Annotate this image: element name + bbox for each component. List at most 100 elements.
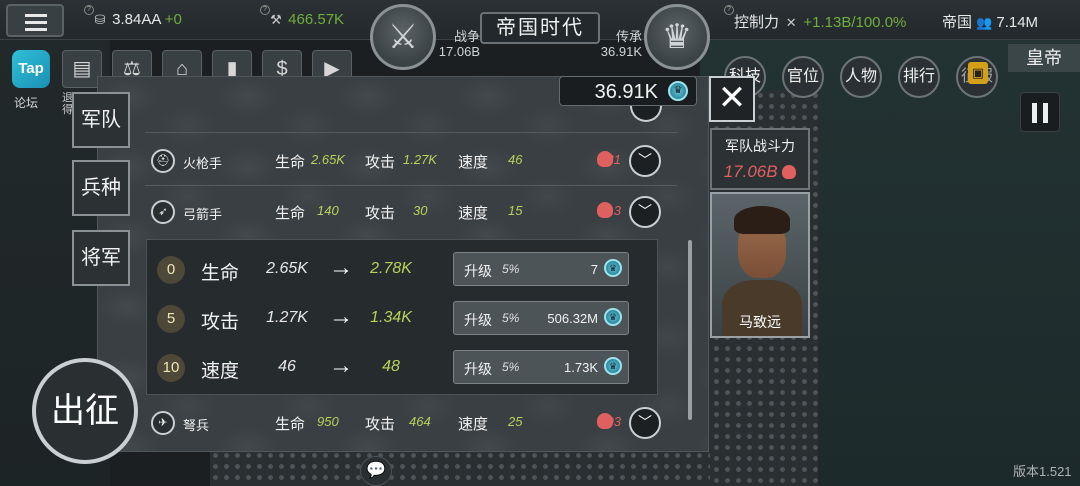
menu-button[interactable] <box>6 4 64 37</box>
speed-label: 速度 <box>458 416 489 433</box>
upgrade-label: 升级 <box>464 312 492 328</box>
crossed-swords-icon: ✕ <box>785 15 797 30</box>
people-icon: 👥 <box>976 15 993 30</box>
forum-label: 论坛 <box>14 96 39 110</box>
general-portrait[interactable]: 马致远 <box>710 192 810 338</box>
chat-icon[interactable]: 💬 <box>360 456 392 486</box>
pause-button[interactable] <box>1020 92 1060 132</box>
empire-resource: 帝国 👥 7.14M <box>942 11 1038 32</box>
tab-unit-types[interactable]: 兵种 <box>72 160 130 216</box>
version-label: 版本1.521 <box>1013 464 1072 479</box>
skull-icon <box>597 151 613 167</box>
upgrade-percent: 5% <box>502 311 520 325</box>
skull-icon <box>597 413 613 429</box>
tab-generals[interactable]: 将军 <box>72 230 130 286</box>
save-icon[interactable]: ▤ <box>62 50 102 88</box>
upgrade-button[interactable]: 升级 5% 506.32M ♛ <box>453 301 629 335</box>
stat-current: 46 <box>278 358 296 375</box>
upgrade-cost: 506.32M <box>547 311 598 326</box>
axe-icon: ⚒ <box>270 12 282 27</box>
upgrade-button[interactable]: 升级 5% 1.73K ♛ <box>453 350 629 384</box>
attack-value: 1.27K <box>403 152 437 167</box>
help-icon[interactable]: ? <box>724 5 734 15</box>
wood-value: 466.57K <box>288 11 345 28</box>
upgrade-cost: 1.73K <box>564 360 598 375</box>
army-power-label: 军队战斗力 <box>725 138 795 154</box>
crown-coin-icon: ♛ <box>604 308 622 326</box>
chevron-down-icon[interactable]: ﹀ <box>629 196 661 228</box>
skull-icon <box>597 202 613 218</box>
close-button[interactable]: ✕ <box>709 76 755 122</box>
upgrade-button[interactable]: 升级 5% 7 ♛ <box>453 252 629 286</box>
taptap-app-icon[interactable]: Tap <box>12 50 50 88</box>
attack-label: 攻击 <box>365 154 396 171</box>
stat-next: 2.78K <box>370 260 412 277</box>
attack-label: 攻击 <box>365 205 396 222</box>
crown-coin-icon: ♛ <box>604 259 622 277</box>
upgrade-percent: 5% <box>502 360 520 374</box>
chevron-down-icon[interactable]: ﹀ <box>629 145 661 177</box>
general-name: 马致远 <box>739 314 781 330</box>
stat-label: 生命 <box>201 263 240 284</box>
tab-rank[interactable]: 官位 <box>782 56 824 98</box>
arrow-right-icon: → <box>329 303 353 330</box>
crown-icon: ♛ <box>661 18 693 56</box>
general-hair <box>734 206 790 234</box>
currency-value: 36.91K <box>594 81 658 103</box>
unit-row-musketeer[interactable]: ⛑ 火枪手 生命 2.65K 攻击 1.27K 速度 46 281 ﹀ <box>145 139 677 183</box>
chevron-down-icon[interactable]: ﹀ <box>629 407 661 439</box>
attack-label: 攻击 <box>365 416 396 433</box>
food-resource: ⛁ 3.84AA +0 <box>92 11 182 28</box>
arrow-right-icon: → <box>329 352 353 379</box>
map-grid-bottom <box>210 450 710 486</box>
upgrade-row-attack: 5 攻击 1.27K → 1.34K 升级 5% 506.32M ♛ <box>147 297 659 341</box>
hp-value: 950 <box>317 414 339 429</box>
upgrade-cost: 7 <box>590 262 598 277</box>
emperor-button[interactable]: 皇帝 <box>1008 44 1080 72</box>
crown-coin-icon: ♛ <box>668 81 688 101</box>
hp-label: 生命 <box>275 205 306 222</box>
row-divider <box>145 185 677 186</box>
speed-value: 46 <box>508 152 523 167</box>
lock-icon: ▣ <box>968 62 988 84</box>
level-badge: 5 <box>157 305 185 333</box>
hp-value: 2.65K <box>311 152 345 167</box>
upgrade-label: 升级 <box>464 361 492 377</box>
upgrade-label: 升级 <box>464 263 492 279</box>
game-title: 帝国时代 <box>480 12 600 44</box>
army-power-card: 军队战斗力 17.06B <box>710 128 810 190</box>
empire-value: 7.14M <box>996 14 1039 31</box>
hamburger-line <box>25 28 47 31</box>
unit-name: 弓箭手 <box>183 207 223 222</box>
unit-row-crossbowman[interactable]: ✈ 弩兵 生命 950 攻击 464 速度 25 103 ﹀ <box>145 401 677 445</box>
war-button[interactable]: ⚔ <box>370 4 436 70</box>
crown-coin-icon: ♛ <box>604 357 622 375</box>
unit-row-archer[interactable]: ➶ 弓箭手 生命 140 攻击 30 速度 15 13 ﹀ <box>145 190 677 234</box>
speed-value: 25 <box>508 414 523 429</box>
attack-value: 30 <box>413 203 428 218</box>
food-value: 3.84AA <box>112 11 161 28</box>
upgrade-row-hp: 0 生命 2.65K → 2.78K 升级 5% 7 ♛ <box>147 248 659 292</box>
tab-characters[interactable]: 人物 <box>840 56 882 98</box>
tab-leaderboard[interactable]: 排行 <box>898 56 940 98</box>
war-stat: 战争 17.06B <box>430 29 480 59</box>
scrollbar[interactable] <box>688 240 692 420</box>
coins-icon: ⛁ <box>94 12 106 27</box>
wood-resource: ⚒ 466.57K <box>268 11 344 28</box>
upgrade-percent: 5% <box>502 262 520 276</box>
upgrade-row-speed: 10 速度 46 → 48 升级 5% 1.73K ♛ <box>147 346 659 390</box>
stat-current: 2.65K <box>266 260 308 277</box>
helmet-icon: ⛑ <box>151 149 175 173</box>
skull-icon <box>782 165 797 179</box>
attack-value: 464 <box>409 414 431 429</box>
heritage-button[interactable]: ♛ <box>644 4 710 70</box>
unit-name: 火枪手 <box>183 156 223 171</box>
tab-army[interactable]: 军队 <box>72 92 130 148</box>
hp-value: 140 <box>317 203 339 218</box>
crossed-swords-icon: ⚔ <box>387 18 419 56</box>
unit-name: 弩兵 <box>183 418 210 433</box>
expedition-button[interactable]: 出征 <box>32 358 138 464</box>
heritage-value: 36.91K <box>600 44 642 59</box>
level-badge: 10 <box>157 354 185 382</box>
speed-label: 速度 <box>458 205 489 222</box>
